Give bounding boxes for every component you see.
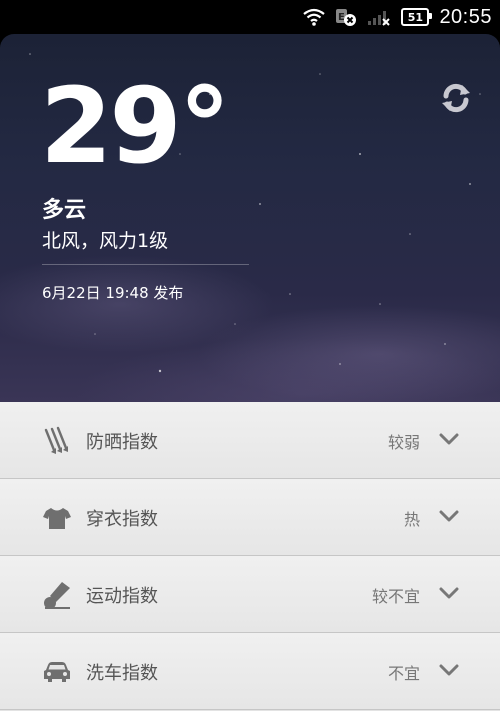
chevron-down-icon[interactable] <box>439 432 459 446</box>
status-bar: E 51 20:55 <box>0 0 500 34</box>
status-icons: E 51 20:55 <box>303 0 492 34</box>
update-time: 6月22日 19:48 发布 <box>42 284 184 302</box>
index-label: 洗车指数 <box>86 663 158 684</box>
refresh-icon[interactable] <box>440 82 472 114</box>
list-item-carwash-index[interactable]: 洗车指数 不宜 <box>0 633 500 710</box>
index-value: 不宜 <box>387 664 420 683</box>
index-label: 防晒指数 <box>86 432 158 453</box>
list-item-clothing-index[interactable]: 穿衣指数 热 <box>0 479 500 556</box>
badminton-shuttlecock-icon <box>44 582 70 609</box>
weather-condition: 多云 <box>42 198 87 223</box>
divider <box>42 264 249 265</box>
signal-icon <box>368 11 391 26</box>
weather-card[interactable]: 29° 多云 北风，风力1级 6月22日 19:48 发布 <box>0 34 500 402</box>
wind-info: 北风，风力1级 <box>42 230 169 252</box>
wifi-icon <box>303 8 326 26</box>
index-value: 较不宜 <box>371 587 420 606</box>
car-icon <box>44 662 70 682</box>
svg-text:E: E <box>338 12 345 23</box>
clock: 20:55 <box>439 5 492 28</box>
battery-icon: 51 <box>401 8 433 26</box>
sunscreen-icon <box>44 426 68 454</box>
list-item-sunscreen-index[interactable]: 防晒指数 较弱 <box>0 402 500 479</box>
tshirt-icon <box>43 508 71 529</box>
index-label: 运动指数 <box>86 586 158 607</box>
chevron-down-icon[interactable] <box>439 509 459 523</box>
current-temperature: 29° <box>40 65 231 187</box>
index-value: 热 <box>403 510 420 529</box>
chevron-down-icon[interactable] <box>439 586 459 600</box>
edge-data-icon: E <box>336 9 357 26</box>
index-value: 较弱 <box>387 433 420 452</box>
life-index-list: 防晒指数 较弱 穿衣指数 热 运动指数 较不宜 洗车指数 不宜 <box>0 402 500 711</box>
chevron-down-icon[interactable] <box>439 663 459 677</box>
index-label: 穿衣指数 <box>86 509 158 530</box>
list-item-sports-index[interactable]: 运动指数 较不宜 <box>0 556 500 633</box>
